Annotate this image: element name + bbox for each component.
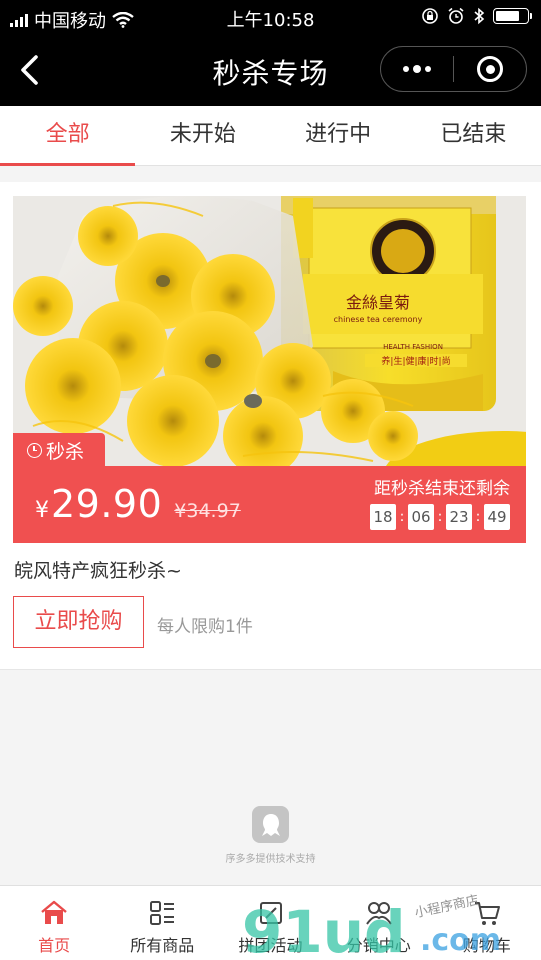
- jar-slogan-text: 养|生|健|康|时|尚: [381, 355, 450, 367]
- battery-icon: [493, 8, 532, 24]
- mini-program-capsule: [380, 46, 527, 92]
- tabbar-home[interactable]: 首页: [0, 886, 108, 960]
- countdown-timer: 18 : 06 : 23 : 49: [370, 504, 510, 530]
- more-dots-icon: [403, 64, 431, 73]
- target-ring-icon: [477, 56, 503, 82]
- countdown-separator: :: [475, 509, 481, 525]
- price-bar: ¥ 29.90 ¥34.97 距秒杀结束还剩余 18 : 06 : 23 : 4…: [13, 466, 526, 543]
- jar-slogan-en-text: HEALTH FASHION: [383, 343, 443, 351]
- more-button[interactable]: [381, 47, 453, 91]
- jar-brand-en-text: chinese tea ceremony: [334, 315, 423, 324]
- home-icon: [41, 900, 67, 924]
- tabbar-distribution-label: 分销中心: [346, 936, 411, 955]
- countdown-minutes: 06: [408, 504, 434, 530]
- bluetooth-icon: [474, 7, 485, 25]
- tabbar-cart[interactable]: 购物车: [433, 886, 541, 960]
- flash-sale-label: 秒杀: [46, 440, 85, 463]
- tabbar-home-label: 首页: [38, 936, 71, 955]
- sale-price: 29.90: [51, 482, 163, 526]
- price-currency: ¥: [35, 498, 49, 523]
- tech-support-text: 序多多提供技术支持: [225, 854, 316, 865]
- product-title[interactable]: 皖风特产疯狂秒杀~: [14, 556, 182, 583]
- buy-now-button[interactable]: 立即抢购: [13, 596, 144, 648]
- countdown-hours: 18: [370, 504, 396, 530]
- countdown-separator: :: [399, 509, 405, 525]
- rotation-lock-icon: [422, 8, 438, 24]
- countdown-label: 距秒杀结束还剩余: [374, 479, 510, 499]
- tab-ended[interactable]: 已结束: [406, 106, 541, 165]
- countdown-separator: :: [437, 509, 443, 525]
- filter-tabs: 全部 未开始 进行中 已结束: [0, 106, 541, 166]
- tabbar-all-products-label: 所有商品: [130, 936, 195, 955]
- purchase-limit: 每人限购1件: [157, 617, 253, 637]
- original-price: ¥34.97: [174, 500, 241, 522]
- tabbar-group-buy-label: 拼团活动: [238, 936, 303, 955]
- clock-icon: [27, 442, 42, 458]
- tabbar-distribution[interactable]: 分销中心: [325, 886, 433, 960]
- countdown-centis: 49: [484, 504, 510, 530]
- tabbar-group-buy[interactable]: 拼团活动: [216, 886, 324, 960]
- flash-sale-tag: 秒杀: [13, 433, 105, 467]
- alarm-icon: [448, 7, 464, 24]
- nav-bar: 秒杀专场: [0, 34, 541, 106]
- tab-not-started[interactable]: 未开始: [135, 106, 270, 165]
- group-buy-icon: [259, 902, 282, 924]
- bottom-tab-bar: 首页 所有商品 拼团活动 分销中心 购物车: [0, 885, 541, 960]
- tab-all[interactable]: 全部: [0, 106, 136, 166]
- product-image[interactable]: 金絲皇菊 chinese tea ceremony HEALTH FASHION…: [13, 196, 526, 466]
- distribution-icon: [365, 902, 392, 925]
- provider-logo-icon: [252, 806, 289, 843]
- tabbar-cart-label: 购物车: [462, 936, 511, 955]
- jar-brand-text: 金絲皇菊: [346, 293, 410, 312]
- tabbar-all-products[interactable]: 所有商品: [108, 886, 216, 960]
- price-group: ¥ 29.90 ¥34.97: [35, 482, 241, 526]
- countdown-seconds: 23: [446, 504, 472, 530]
- grid-list-icon: [150, 901, 175, 925]
- tab-in-progress[interactable]: 进行中: [271, 106, 406, 165]
- flash-sale-card: 金絲皇菊 chinese tea ceremony HEALTH FASHION…: [0, 182, 541, 670]
- close-button[interactable]: [454, 47, 526, 91]
- status-bar: 中国移动 上午10:58: [0, 0, 541, 34]
- cart-icon: [474, 902, 500, 925]
